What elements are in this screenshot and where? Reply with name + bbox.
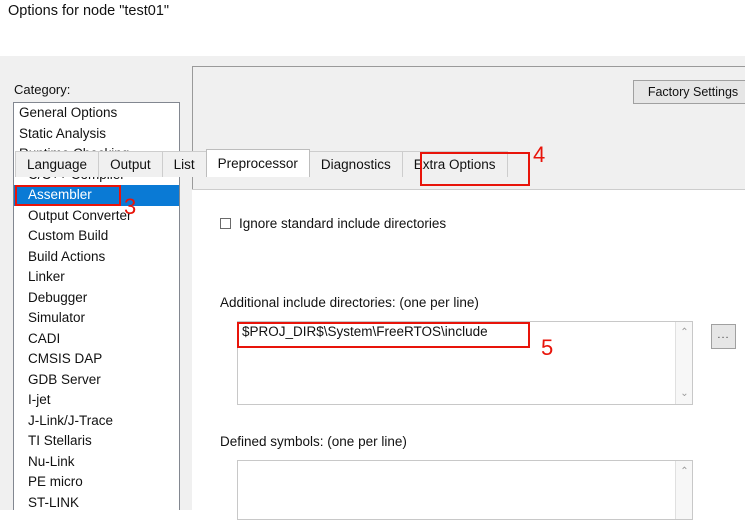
scroll-up-icon[interactable]: ⌃ (676, 463, 693, 480)
category-item-nu-link[interactable]: Nu-Link (14, 452, 179, 473)
scroll-down-icon[interactable]: ⌄ (676, 385, 693, 402)
category-item-custom-build[interactable]: Custom Build (14, 226, 179, 247)
category-item-gdb-server[interactable]: GDB Server (14, 370, 179, 391)
tab-language[interactable]: Language (15, 151, 100, 177)
include-dirs-scrollbar[interactable]: ⌃ ⌄ (675, 322, 692, 404)
category-item-linker[interactable]: Linker (14, 267, 179, 288)
category-item-st-link[interactable]: ST-LINK (14, 493, 179, 511)
ignore-standard-include-label: Ignore standard include directories (239, 216, 447, 231)
tab-list[interactable]: List (161, 151, 207, 177)
category-item-output-converter[interactable]: Output Converter (14, 206, 179, 227)
defined-symbols-scrollbar[interactable]: ⌃ (675, 461, 692, 519)
category-item-general-options[interactable]: General Options (14, 103, 179, 124)
category-label: Category: (14, 82, 71, 97)
dialog-title-bar: Options for node "test01" (0, 0, 745, 56)
page-title: Options for node "test01" (8, 3, 170, 19)
category-item-debugger[interactable]: Debugger (14, 288, 179, 309)
tab-extra-options[interactable]: Extra Options (401, 151, 508, 177)
category-item-i-jet[interactable]: I-jet (14, 390, 179, 411)
category-item-cadi[interactable]: CADI (14, 329, 179, 350)
ignore-standard-include-checkbox[interactable] (220, 218, 231, 229)
ignore-standard-include-row[interactable]: Ignore standard include directories (220, 216, 446, 231)
browse-include-dirs-button[interactable]: ... (711, 324, 736, 349)
category-item-simulator[interactable]: Simulator (14, 308, 179, 329)
include-dirs-value: $PROJ_DIR$\System\FreeRTOS\include (242, 324, 488, 339)
preprocessor-tab-panel: Ignore standard include directories Addi… (192, 189, 745, 520)
tab-strip: Language Output List Preprocessor Diagnostic… (15, 149, 508, 177)
category-item-assembler[interactable]: Assembler (14, 185, 179, 206)
category-item-j-link-j-trace[interactable]: J-Link/J-Trace (14, 411, 179, 432)
tab-diagnostics[interactable]: Diagnostics (308, 151, 403, 177)
include-dirs-label: Additional include directories: (one per… (220, 295, 479, 310)
tab-preprocessor[interactable]: Preprocessor (205, 149, 310, 177)
include-dirs-input[interactable]: $PROJ_DIR$\System\FreeRTOS\include ⌃ ⌄ (237, 321, 693, 405)
category-item-pe-micro[interactable]: PE micro (14, 472, 179, 493)
category-item-build-actions[interactable]: Build Actions (14, 247, 179, 268)
tab-output[interactable]: Output (98, 151, 163, 177)
defined-symbols-input[interactable]: ⌃ (237, 460, 693, 520)
scroll-up-icon[interactable]: ⌃ (676, 324, 693, 341)
category-item-ti-stellaris[interactable]: TI Stellaris (14, 431, 179, 452)
factory-settings-button[interactable]: Factory Settings (633, 80, 745, 104)
category-item-static-analysis[interactable]: Static Analysis (14, 124, 179, 145)
category-item-cmsis-dap[interactable]: CMSIS DAP (14, 349, 179, 370)
defined-symbols-label: Defined symbols: (one per line) (220, 434, 407, 449)
